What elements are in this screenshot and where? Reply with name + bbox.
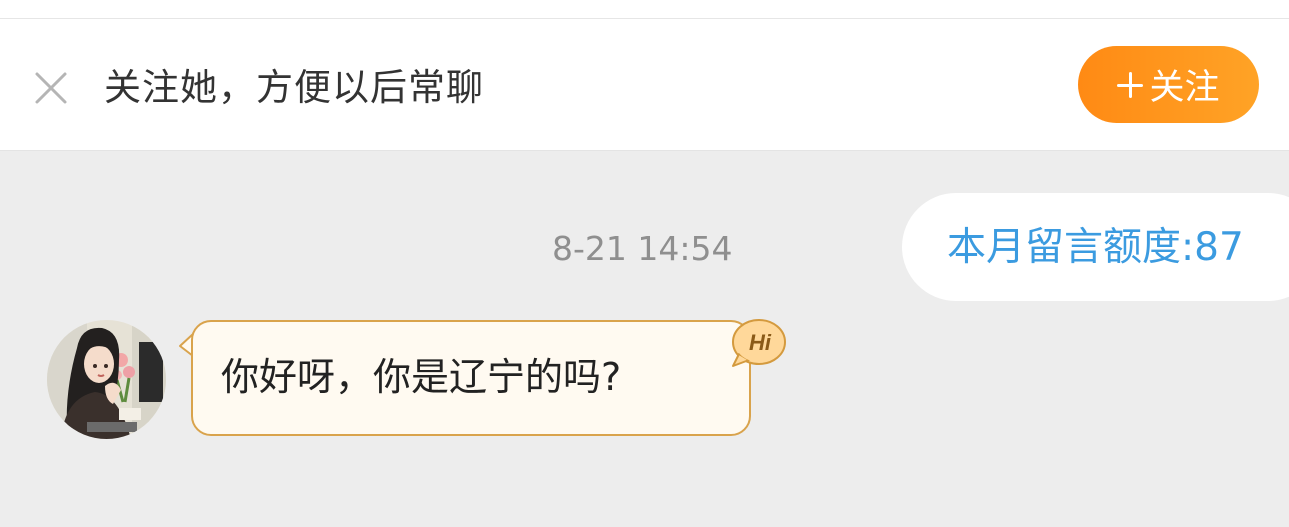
follow-button[interactable]: 关注 [1078, 46, 1259, 123]
follow-suggestion-bar: 关注她，方便以后常聊 关注 [0, 19, 1289, 151]
close-icon[interactable] [30, 67, 72, 109]
message-timestamp: 8-21 14:54 [552, 229, 733, 268]
plus-icon [1117, 71, 1144, 98]
hi-badge-icon: Hi [732, 319, 786, 367]
follow-prompt-text: 关注她，方便以后常聊 [104, 66, 484, 109]
message-text: 你好呀，你是辽宁的吗? [221, 355, 622, 399]
monthly-quota-label: 本月留言额度:87 [947, 225, 1244, 270]
top-strip [0, 0, 1289, 19]
avatar[interactable] [47, 320, 166, 439]
follow-button-label: 关注 [1149, 68, 1220, 108]
hi-badge-label: Hi [749, 330, 772, 355]
